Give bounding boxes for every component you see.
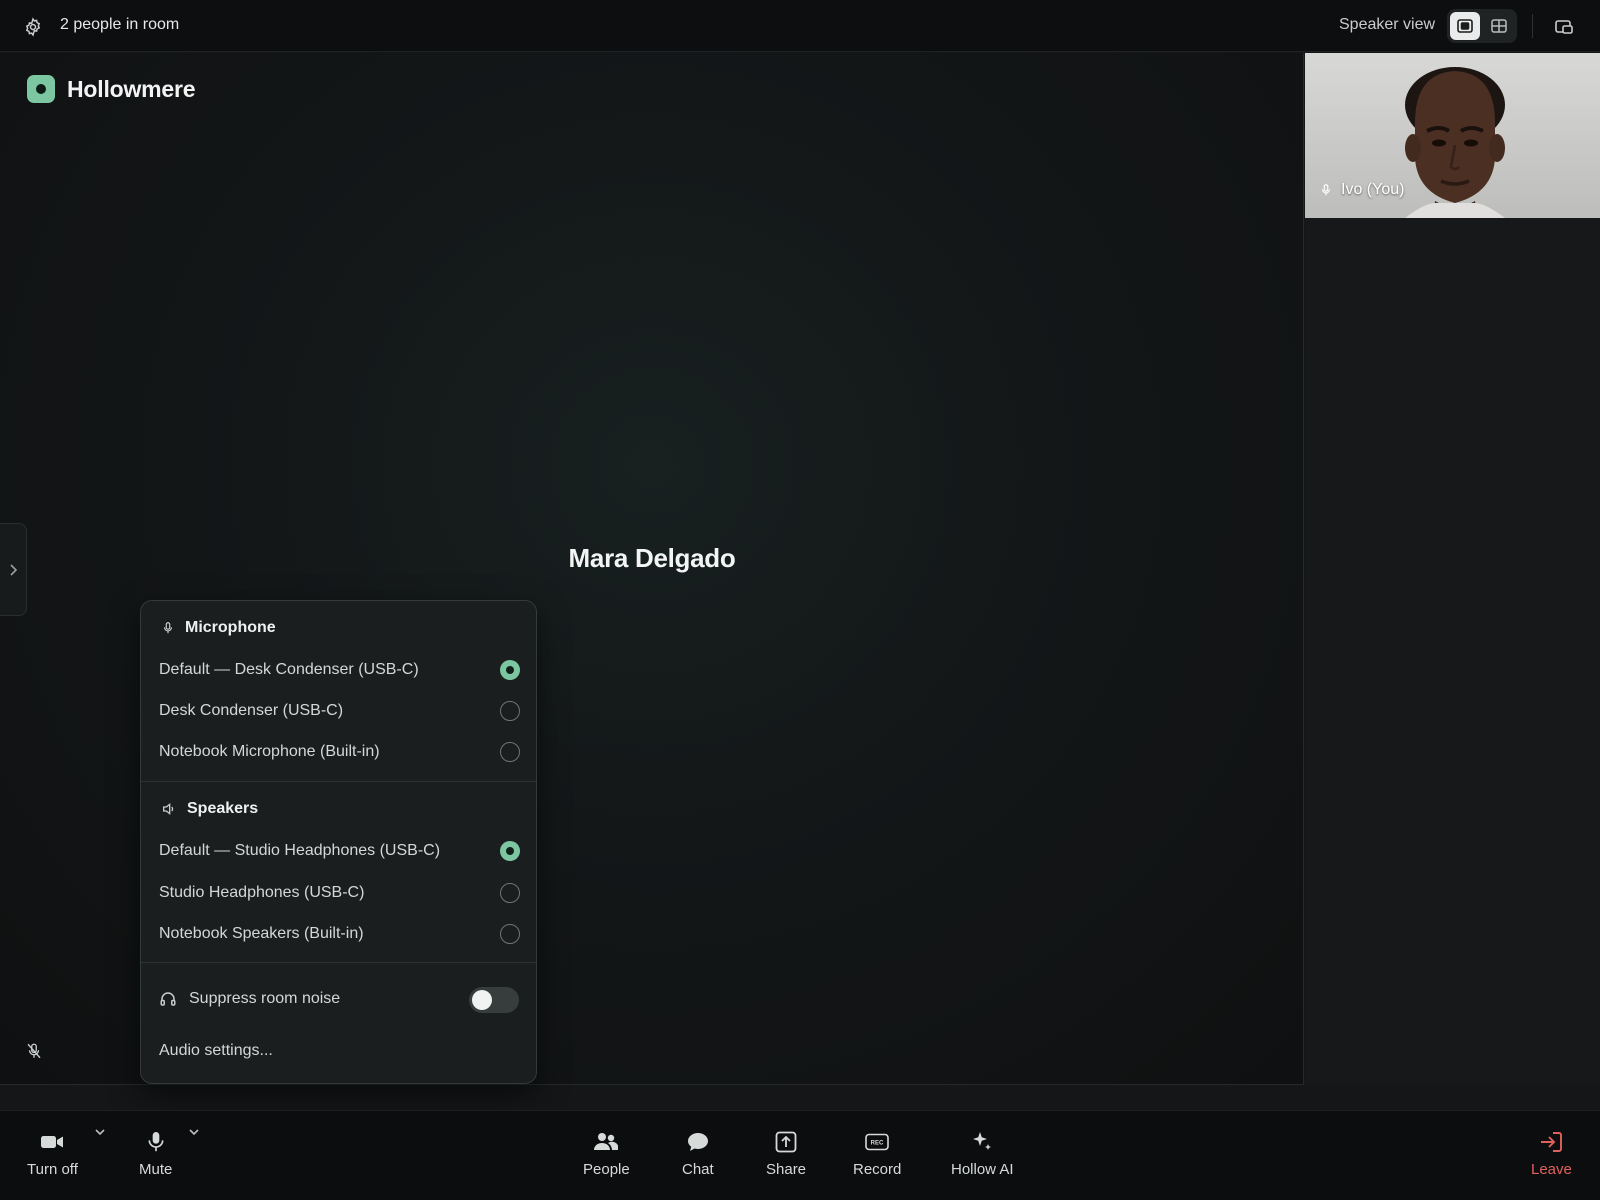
self-name-label: Ivo (You) — [1319, 181, 1404, 199]
speakers-section-header: Speakers — [161, 800, 258, 818]
chevron-right-icon — [10, 563, 17, 576]
radio-unselected[interactable] — [500, 701, 520, 721]
audio-settings-link[interactable]: Audio settings... — [159, 1042, 273, 1060]
menu-divider — [141, 781, 536, 782]
picture-in-picture-icon — [1555, 20, 1573, 34]
audio-device-menu: Microphone Default — Desk Condenser (USB… — [140, 600, 537, 1084]
people-icon — [594, 1133, 619, 1150]
toggle-knob — [472, 990, 492, 1010]
chat-bubble-icon — [687, 1133, 708, 1151]
radio-unselected[interactable] — [500, 883, 520, 903]
record-icon: REC — [865, 1133, 889, 1151]
mute-button-label: Mute — [139, 1161, 173, 1178]
view-mode-label: Speaker view — [1339, 16, 1436, 33]
people-button[interactable]: People — [583, 1129, 630, 1178]
radio-selected[interactable] — [500, 660, 520, 680]
self-name: Ivo (You) — [1341, 181, 1405, 198]
speaker-option[interactable]: Studio Headphones (USB-C) — [141, 873, 536, 913]
speakers-section-title: Speakers — [187, 800, 259, 817]
leave-button[interactable]: Leave — [1531, 1129, 1572, 1178]
participant-column: Ivo (You) — [1305, 53, 1600, 1085]
record-button[interactable]: REC Record — [853, 1129, 901, 1178]
gear-icon — [25, 17, 41, 37]
radio-unselected[interactable] — [500, 742, 520, 762]
microphone-option[interactable]: Default — Desk Condenser (USB-C) — [141, 650, 536, 690]
chat-button-label: Chat — [682, 1161, 714, 1178]
microphone-section-header: Microphone — [161, 619, 276, 637]
record-button-label: Record — [853, 1161, 902, 1178]
microphone-option-label: Default — Desk Condenser (USB-C) — [159, 661, 419, 678]
speaker-option-label: Default — Studio Headphones (USB-C) — [159, 842, 441, 859]
microphone-icon — [163, 622, 173, 634]
noise-suppression-row: Suppress room noise — [141, 976, 536, 1022]
microphone-icon — [1321, 184, 1331, 196]
svg-text:REC: REC — [871, 1141, 884, 1147]
people-button-label: People — [583, 1161, 630, 1178]
side-panel-toggle[interactable] — [0, 523, 27, 616]
camera-options-button[interactable] — [92, 1125, 108, 1139]
speaker-option-label: Studio Headphones (USB-C) — [159, 884, 365, 901]
headphones-icon — [160, 992, 176, 1006]
microphone-section-title: Microphone — [185, 619, 276, 636]
menu-divider — [141, 962, 536, 963]
chat-button[interactable]: Chat — [682, 1129, 714, 1178]
microphone-off-icon — [27, 1043, 41, 1059]
meeting-app: 2 people in room Speaker view Hollowmere… — [0, 0, 1600, 1200]
brand-name: Hollowmere — [67, 75, 196, 102]
brand: Hollowmere — [27, 75, 196, 103]
settings-button[interactable] — [20, 14, 46, 40]
grid-view-button[interactable] — [1484, 12, 1514, 40]
view-mode-toggle — [1447, 9, 1517, 43]
noise-suppression-label: Suppress room noise — [189, 990, 341, 1007]
camera-button-label: Turn off — [27, 1161, 78, 1178]
speaker-muted-indicator — [24, 1041, 44, 1061]
ai-assistant-button[interactable]: Hollow AI — [951, 1129, 1014, 1178]
speaker-volume-icon — [163, 802, 174, 816]
speaker-option[interactable]: Default — Studio Headphones (USB-C) — [141, 831, 536, 871]
radio-unselected[interactable] — [500, 924, 520, 944]
speaker-option-label: Notebook Speakers (Built-in) — [159, 925, 364, 942]
sparkle-icon — [973, 1132, 992, 1150]
speaker-option[interactable]: Notebook Speakers (Built-in) — [141, 914, 536, 954]
self-video-tile[interactable]: Ivo (You) — [1305, 53, 1600, 218]
top-bar: 2 people in room Speaker view — [0, 0, 1600, 52]
microphone-option-label: Desk Condenser (USB-C) — [159, 702, 344, 719]
room-participant-count: 2 people in room — [60, 16, 180, 33]
ai-assistant-button-label: Hollow AI — [951, 1161, 1014, 1178]
radio-selected[interactable] — [500, 841, 520, 861]
share-screen-icon — [775, 1131, 797, 1153]
microphone-options-button[interactable] — [186, 1125, 202, 1139]
grid-view-icon — [1491, 19, 1507, 33]
mute-button[interactable]: Mute — [139, 1129, 172, 1178]
share-button-label: Share — [766, 1161, 807, 1178]
topbar-divider — [1532, 14, 1533, 38]
microphone-option[interactable]: Desk Condenser (USB-C) — [141, 691, 536, 731]
microphone-option[interactable]: Notebook Microphone (Built-in) — [141, 732, 536, 772]
noise-suppression-toggle[interactable] — [469, 987, 519, 1013]
call-toolbar: Turn off Mute People Chat Share REC Reco… — [0, 1110, 1600, 1200]
picture-in-picture-button[interactable] — [1551, 14, 1577, 40]
video-camera-icon — [41, 1136, 64, 1148]
chevron-down-icon — [95, 1129, 105, 1135]
chevron-down-icon — [189, 1129, 199, 1135]
share-button[interactable]: Share — [766, 1129, 806, 1178]
camera-button[interactable]: Turn off — [27, 1129, 78, 1178]
active-speaker-name: Mara Delgado — [568, 543, 736, 573]
speaker-view-button[interactable] — [1450, 12, 1480, 40]
leave-icon — [1541, 1132, 1563, 1152]
brand-logo-icon — [27, 75, 55, 103]
microphone-icon — [148, 1132, 164, 1152]
leave-button-label: Leave — [1531, 1161, 1572, 1178]
microphone-option-label: Notebook Microphone (Built-in) — [159, 743, 380, 760]
speaker-view-icon — [1457, 19, 1473, 33]
